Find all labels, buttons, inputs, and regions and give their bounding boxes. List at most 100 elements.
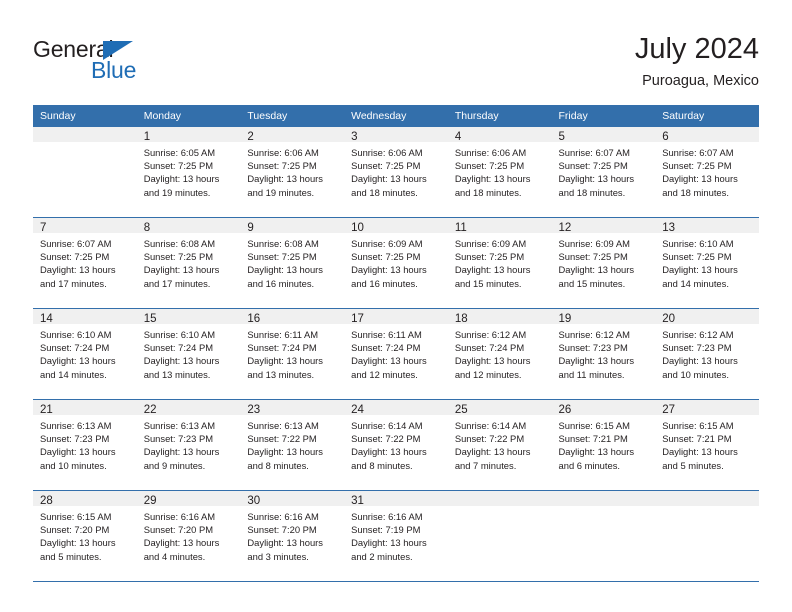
calendar-day-cell[interactable]: 29 Sunrise: 6:16 AM Sunset: 7:20 PM Dayligh… bbox=[136, 490, 241, 582]
calendar-day-cell[interactable]: 11 Sunrise: 6:09 AM Sunset: 7:25 PM Dayligh… bbox=[447, 217, 552, 309]
calendar-day-cell[interactable]: 7 Sunrise: 6:07 AM Sunset: 7:25 PM Daylight… bbox=[33, 217, 137, 309]
weekday-header-thursday: Thursday bbox=[447, 105, 552, 127]
day-details: Sunrise: 6:08 AM Sunset: 7:25 PM Daylight:… bbox=[137, 233, 241, 290]
day-cell-inner: 27 Sunrise: 6:15 AM Sunset: 7:21 PM Dayligh… bbox=[655, 400, 759, 489]
daylight-text-line2: and 18 minutes. bbox=[662, 186, 729, 198]
sunrise-text: Sunrise: 6:06 AM bbox=[247, 147, 319, 158]
day-details: Sunrise: 6:10 AM Sunset: 7:25 PM Daylight:… bbox=[655, 233, 759, 290]
day-number: 21 bbox=[33, 400, 137, 416]
day-details: Sunrise: 6:06 AM Sunset: 7:25 PM Daylight:… bbox=[344, 142, 448, 199]
daylight-text-line2: and 18 minutes. bbox=[454, 186, 522, 198]
sunset-text: Sunset: 7:24 PM bbox=[143, 342, 214, 354]
calendar-day-cell[interactable]: 5 Sunrise: 6:07 AM Sunset: 7:25 PM Daylight… bbox=[551, 127, 656, 218]
day-details: Sunrise: 6:06 AM Sunset: 7:25 PM Daylight:… bbox=[240, 142, 344, 199]
sunset-text: Sunset: 7:23 PM bbox=[558, 342, 628, 354]
calendar-day-cell[interactable]: 16 Sunrise: 6:11 AM Sunset: 7:24 PM Dayligh… bbox=[240, 308, 345, 400]
day-details: Sunrise: 6:09 AM Sunset: 7:25 PM Daylight:… bbox=[448, 233, 552, 290]
daylight-text-line2: and 14 minutes. bbox=[40, 368, 107, 380]
calendar-week-row: 7 Sunrise: 6:07 AM Sunset: 7:25 PM Daylight… bbox=[33, 217, 759, 309]
daylight-text-line2: and 14 minutes. bbox=[662, 277, 729, 289]
sunrise-text: Sunrise: 6:09 AM bbox=[558, 238, 630, 249]
calendar-day-cell[interactable]: 1 Sunrise: 6:05 AM Sunset: 7:25 PM Daylight… bbox=[136, 127, 241, 218]
sunrise-text: Sunrise: 6:08 AM bbox=[247, 238, 319, 249]
day-cell-inner: 23 Sunrise: 6:13 AM Sunset: 7:22 PM Dayligh… bbox=[240, 400, 345, 489]
day-cell-inner: 20 Sunrise: 6:12 AM Sunset: 7:23 PM Dayligh… bbox=[655, 309, 759, 398]
calendar-day-cell[interactable]: 28 Sunrise: 6:15 AM Sunset: 7:20 PM Dayligh… bbox=[33, 490, 137, 582]
calendar-day-cell[interactable]: 10 Sunrise: 6:09 AM Sunset: 7:25 PM Dayligh… bbox=[344, 217, 448, 309]
calendar-day-cell[interactable]: 27 Sunrise: 6:15 AM Sunset: 7:21 PM Dayligh… bbox=[655, 399, 759, 491]
page-title: July 2024 bbox=[634, 33, 759, 65]
day-details: Sunrise: 6:15 AM Sunset: 7:21 PM Daylight:… bbox=[552, 415, 656, 472]
daylight-text-line2: and 12 minutes. bbox=[454, 368, 522, 380]
daylight-text-line1: Daylight: 13 hours bbox=[40, 446, 116, 458]
day-details: Sunrise: 6:07 AM Sunset: 7:25 PM Daylight:… bbox=[655, 142, 759, 199]
daylight-text-line1: Daylight: 13 hours bbox=[351, 355, 427, 367]
day-number: 25 bbox=[447, 400, 552, 416]
calendar-day-cell[interactable]: 19 Sunrise: 6:12 AM Sunset: 7:23 PM Dayligh… bbox=[551, 308, 656, 400]
daylight-text-line2: and 6 minutes. bbox=[558, 459, 621, 471]
daylight-text-line1: Daylight: 13 hours bbox=[454, 446, 531, 458]
day-details: Sunrise: 6:10 AM Sunset: 7:24 PM Daylight:… bbox=[33, 324, 137, 381]
day-number: 11 bbox=[447, 218, 552, 234]
calendar-day-cell[interactable]: 30 Sunrise: 6:16 AM Sunset: 7:20 PM Dayligh… bbox=[240, 490, 345, 582]
sunset-text: Sunset: 7:21 PM bbox=[558, 433, 628, 445]
day-cell-inner: 21 Sunrise: 6:13 AM Sunset: 7:23 PM Dayligh… bbox=[33, 400, 137, 489]
calendar-week-row: 14 Sunrise: 6:10 AM Sunset: 7:24 PM Dayligh… bbox=[33, 308, 759, 400]
calendar-day-cell[interactable]: 14 Sunrise: 6:10 AM Sunset: 7:24 PM Dayligh… bbox=[33, 308, 137, 400]
calendar-day-cell[interactable]: 13 Sunrise: 6:10 AM Sunset: 7:25 PM Dayligh… bbox=[655, 217, 759, 309]
calendar-day-cell[interactable]: 12 Sunrise: 6:09 AM Sunset: 7:25 PM Dayligh… bbox=[551, 217, 656, 309]
sunrise-text: Sunrise: 6:14 AM bbox=[351, 420, 423, 431]
calendar-day-cell[interactable]: 25 Sunrise: 6:14 AM Sunset: 7:22 PM Dayligh… bbox=[447, 399, 552, 491]
calendar-day-cell[interactable]: 31 Sunrise: 6:16 AM Sunset: 7:19 PM Dayligh… bbox=[344, 490, 448, 582]
daylight-text-line1: Daylight: 13 hours bbox=[40, 264, 116, 276]
calendar-day-cell[interactable]: 26 Sunrise: 6:15 AM Sunset: 7:21 PM Dayligh… bbox=[551, 399, 656, 491]
daylight-text-line2: and 9 minutes. bbox=[143, 459, 206, 471]
day-details: Sunrise: 6:09 AM Sunset: 7:25 PM Daylight:… bbox=[552, 233, 656, 290]
calendar-day-cell[interactable]: 15 Sunrise: 6:10 AM Sunset: 7:24 PM Dayligh… bbox=[136, 308, 241, 400]
daylight-text-line2: and 7 minutes. bbox=[454, 459, 517, 471]
calendar-day-cell[interactable]: 8 Sunrise: 6:08 AM Sunset: 7:25 PM Daylight… bbox=[136, 217, 241, 309]
day-number: 1 bbox=[136, 127, 241, 143]
day-details: Sunrise: 6:10 AM Sunset: 7:24 PM Daylight:… bbox=[137, 324, 241, 381]
daylight-text-line2: and 19 minutes. bbox=[143, 186, 211, 198]
weekday-header-friday: Friday bbox=[551, 105, 656, 127]
day-cell-inner: 30 Sunrise: 6:16 AM Sunset: 7:20 PM Dayligh… bbox=[240, 491, 345, 580]
logo-text-blue: Blue bbox=[91, 57, 137, 83]
day-number: 23 bbox=[240, 400, 345, 416]
day-number: 9 bbox=[240, 218, 345, 234]
day-cell-inner: 13 Sunrise: 6:10 AM Sunset: 7:25 PM Dayligh… bbox=[655, 218, 759, 307]
calendar-week-row: 1 Sunrise: 6:05 AM Sunset: 7:25 PM Daylight… bbox=[33, 127, 759, 218]
day-number: 5 bbox=[551, 127, 656, 143]
calendar-day-cell[interactable]: 20 Sunrise: 6:12 AM Sunset: 7:23 PM Dayligh… bbox=[655, 308, 759, 400]
calendar-day-cell[interactable]: 21 Sunrise: 6:13 AM Sunset: 7:23 PM Dayligh… bbox=[33, 399, 137, 491]
sunset-text: Sunset: 7:20 PM bbox=[40, 524, 110, 536]
sunset-text: Sunset: 7:24 PM bbox=[454, 342, 525, 354]
day-details: Sunrise: 6:15 AM Sunset: 7:20 PM Daylight:… bbox=[33, 506, 137, 563]
sunset-text: Sunset: 7:25 PM bbox=[40, 251, 110, 263]
daylight-text-line2: and 10 minutes. bbox=[40, 459, 107, 471]
day-details: Sunrise: 6:08 AM Sunset: 7:25 PM Daylight:… bbox=[240, 233, 344, 290]
daylight-text-line2: and 5 minutes. bbox=[40, 550, 102, 562]
calendar-day-cell[interactable]: 9 Sunrise: 6:08 AM Sunset: 7:25 PM Daylight… bbox=[240, 217, 345, 309]
calendar-day-cell[interactable]: 2 Sunrise: 6:06 AM Sunset: 7:25 PM Daylight… bbox=[240, 127, 345, 218]
calendar-day-cell[interactable]: 24 Sunrise: 6:14 AM Sunset: 7:22 PM Dayligh… bbox=[344, 399, 448, 491]
calendar-day-cell[interactable]: 3 Sunrise: 6:06 AM Sunset: 7:25 PM Daylight… bbox=[344, 127, 448, 218]
day-cell-inner bbox=[551, 491, 656, 580]
calendar-day-cell-empty bbox=[33, 127, 137, 218]
general-blue-logo[interactable]: General Blue bbox=[33, 36, 233, 90]
daylight-text-line2: and 17 minutes. bbox=[40, 277, 107, 289]
title-block: July 2024 Puroagua, Mexico bbox=[635, 32, 759, 91]
calendar-day-cell[interactable]: 23 Sunrise: 6:13 AM Sunset: 7:22 PM Dayligh… bbox=[240, 399, 345, 491]
daylight-text-line1: Daylight: 13 hours bbox=[351, 446, 427, 458]
daylight-text-line2: and 8 minutes. bbox=[247, 459, 309, 471]
sunset-text: Sunset: 7:22 PM bbox=[351, 433, 421, 445]
sunrise-text: Sunrise: 6:15 AM bbox=[40, 511, 112, 522]
calendar-day-cell[interactable]: 18 Sunrise: 6:12 AM Sunset: 7:24 PM Dayligh… bbox=[447, 308, 552, 400]
day-number: 24 bbox=[344, 400, 448, 416]
daylight-text-line1: Daylight: 13 hours bbox=[454, 173, 531, 185]
calendar-day-cell[interactable]: 6 Sunrise: 6:07 AM Sunset: 7:25 PM Daylight… bbox=[655, 127, 759, 218]
calendar-day-cell[interactable]: 22 Sunrise: 6:13 AM Sunset: 7:23 PM Dayligh… bbox=[136, 399, 241, 491]
calendar-day-cell[interactable]: 17 Sunrise: 6:11 AM Sunset: 7:24 PM Dayligh… bbox=[344, 308, 448, 400]
sunrise-text: Sunrise: 6:16 AM bbox=[247, 511, 319, 522]
calendar-day-cell[interactable]: 4 Sunrise: 6:06 AM Sunset: 7:25 PM Daylight… bbox=[447, 127, 552, 218]
